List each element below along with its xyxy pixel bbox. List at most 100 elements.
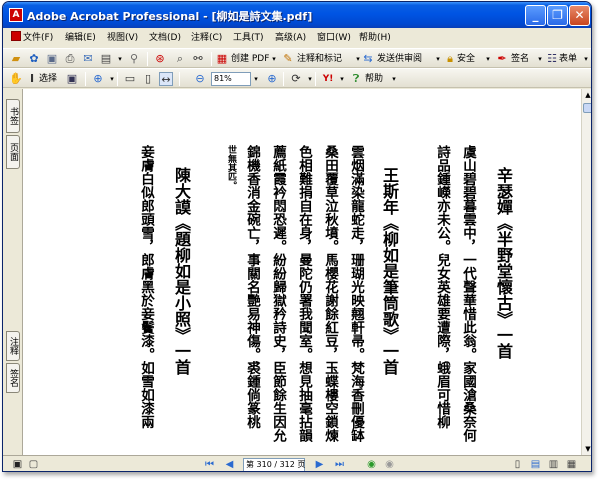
close-button[interactable]: ✕ xyxy=(569,5,590,26)
facing-pages-icon[interactable]: ▥ xyxy=(547,458,560,471)
toolbar-divider xyxy=(179,72,180,86)
help-button[interactable]: 帮助 xyxy=(365,73,383,85)
send-review-button[interactable]: 发送供审阅 xyxy=(377,53,422,65)
continuous-icon[interactable]: ▤ xyxy=(529,458,542,471)
forms-icon[interactable]: ☷ xyxy=(545,52,559,66)
menu-edit[interactable]: 编辑(E) xyxy=(65,31,96,45)
lock-icon[interactable]: 🔒︎ xyxy=(443,52,457,66)
help-icon[interactable]: ❓︎ xyxy=(349,72,363,86)
poem-line: 妾膚白似郎頭雪，郎膚黑於妾鬢漆。如雪如漆兩 xyxy=(138,145,154,429)
snapshot-icon[interactable]: ▣ xyxy=(65,72,79,86)
fit-width-icon[interactable]: ↔ xyxy=(159,72,173,86)
document-page[interactable]: 辛瑟嬋《半野堂懷古》一首 虞山碧碧暮雲中，一代聲華惜此翁。家國滄桑奈何 詩品鍾嶸… xyxy=(23,89,581,455)
menu-view[interactable]: 视图(V) xyxy=(107,31,138,45)
menu-advanced[interactable]: 高级(A) xyxy=(275,31,306,45)
rotate-view-icon[interactable]: ⟳ xyxy=(289,72,303,86)
continuous-facing-icon[interactable]: ▦ xyxy=(565,458,578,471)
first-page-icon[interactable]: ⏮ xyxy=(203,458,216,471)
zoom-out-icon[interactable]: ⊖ xyxy=(193,72,207,86)
scroll-thumb[interactable] xyxy=(583,103,591,113)
menu-file-label: 文件(F) xyxy=(23,33,54,43)
chevron-down-icon[interactable]: ▾ xyxy=(267,52,281,66)
menu-help[interactable]: 帮助(H) xyxy=(359,31,391,45)
vertical-scrollbar[interactable]: ▲ ▼ xyxy=(581,89,591,455)
text-select-icon[interactable]: I xyxy=(25,72,39,86)
menu-tools[interactable]: 工具(T) xyxy=(233,31,264,45)
acrobat-app-icon[interactable]: A xyxy=(9,8,23,22)
chevron-down-icon[interactable]: ▾ xyxy=(579,52,591,66)
menu-comments[interactable]: 注释(C) xyxy=(191,31,222,45)
navigation-panel: 书签 页面 注释 签名 xyxy=(3,89,23,455)
previous-page-icon[interactable]: ◀ xyxy=(223,458,236,471)
zoom-input[interactable]: 81% xyxy=(211,72,251,86)
document-info-icon[interactable]: ▢ xyxy=(27,458,40,471)
menu-file[interactable]: 文件(F) xyxy=(11,31,53,45)
tab-pages[interactable]: 页面 xyxy=(6,135,20,169)
toolbar-divider xyxy=(211,52,212,66)
stamp-icon[interactable]: ⊛ xyxy=(153,52,167,66)
status-bar: ▣ ▢ ⏮ ◀ 第 310 / 312 页 ▶ ⏭ ◉ ◉ ▯ ▤ ▥ ▦ xyxy=(3,455,591,471)
title-bar[interactable]: A Adobe Acrobat Professional - [柳如是詩文集.p… xyxy=(3,2,591,28)
poem-line: 詩品鍾嶸亦未公。兒女英雄要遭際，蛾眉可惜柳 xyxy=(434,145,450,429)
main-toolbar: ▰ ✿ ▣ ⎙ ✉ ▤ ▾ ⚲ ⊛ ⌕ ⚯ ▦ 创建 PDF ▾ ✎ 注释和标记… xyxy=(3,48,591,68)
hand-icon[interactable]: ✋ xyxy=(9,72,23,86)
poem-line: 薦紙霞衿悶恐遲。紛紛歸獄矜詩史，臣節餘生因允 xyxy=(270,145,286,442)
panel-toggle-icon[interactable]: ▣ xyxy=(11,458,24,471)
security-button[interactable]: 安全 xyxy=(457,53,475,65)
forms-button[interactable]: 表单 xyxy=(559,53,577,65)
email-icon[interactable]: ✉ xyxy=(81,52,95,66)
open-folder-icon[interactable]: ▰ xyxy=(9,52,23,66)
menu-document[interactable]: 文档(D) xyxy=(149,31,181,45)
zoom-in-small-icon[interactable]: ⊕ xyxy=(265,72,279,86)
poem-line: 雲烟滿染龍蛇走，珊瑚光映翹軒帚。梵海香刪優缽 xyxy=(348,145,364,442)
restore-button[interactable]: ❐ xyxy=(547,5,568,26)
poem-line: 桑田覆草泣秋墳。馬櫻花謝餘紅豆，玉蝶樓空鎖煉 xyxy=(322,145,338,442)
print-icon[interactable]: ⎙ xyxy=(63,52,77,66)
zoom-dropdown-icon[interactable]: ▾ xyxy=(251,72,261,86)
chevron-down-icon[interactable]: ▾ xyxy=(387,72,401,86)
poem-title: 辛瑟嬋《半野堂懷古》一首 xyxy=(494,167,513,359)
scroll-up-icon[interactable]: ▲ xyxy=(582,89,591,101)
page-number-input[interactable]: 第 310 / 312 页 xyxy=(243,458,305,471)
create-pdf-button[interactable]: 创建 PDF xyxy=(231,53,269,65)
select-tool-button[interactable]: 选择 xyxy=(39,73,57,85)
next-page-icon[interactable]: ▶ xyxy=(313,458,326,471)
chevron-down-icon[interactable]: ▾ xyxy=(113,52,127,66)
window-title: Adobe Acrobat Professional - [柳如是詩文集.pdf… xyxy=(27,10,313,23)
chevron-down-icon[interactable]: ▾ xyxy=(481,52,495,66)
tab-comments[interactable]: 注释 xyxy=(6,331,20,361)
sign-button[interactable]: 签名 xyxy=(511,53,529,65)
attach-icon[interactable]: ⚲ xyxy=(127,52,141,66)
pages-icon[interactable]: ▤ xyxy=(99,52,113,66)
previous-view-icon[interactable]: ◉ xyxy=(365,458,378,471)
actual-size-icon[interactable]: ▭ xyxy=(123,72,137,86)
yahoo-icon[interactable]: Y! xyxy=(321,72,335,86)
navigation-toolbar: ✋ I 选择 ▣ ⊕ ▾ ▭ ▯ ↔ ⊖ 81% ▾ ⊕ ⟳ ▾ Y! ▾ ❓︎… xyxy=(3,68,591,88)
comment-icon[interactable]: ✎ xyxy=(281,52,295,66)
save-icon[interactable]: ▣ xyxy=(45,52,59,66)
create-pdf-icon[interactable]: ▦ xyxy=(215,52,229,66)
pen-icon[interactable]: ✒ xyxy=(495,52,509,66)
comment-markup-button[interactable]: 注释和标记 xyxy=(297,53,342,65)
send-review-icon[interactable]: ⇆ xyxy=(361,52,375,66)
last-page-icon[interactable]: ⏭ xyxy=(333,458,346,471)
acrobat-window: A Adobe Acrobat Professional - [柳如是詩文集.p… xyxy=(2,1,592,472)
poem-line: 色相難捐自在身，曼陀仍署我聞室。想見抽毫拈韻 xyxy=(296,145,312,442)
search-binoculars-icon[interactable]: ⚯ xyxy=(191,52,205,66)
poem-title: 王斯年《柳如是筆筒歌》一首 xyxy=(380,167,399,375)
poem-note: 世無其匹。 xyxy=(226,145,236,190)
tab-signatures[interactable]: 签名 xyxy=(6,363,20,393)
organizer-icon[interactable]: ✿ xyxy=(27,52,41,66)
single-page-icon[interactable]: ▯ xyxy=(511,458,524,471)
fit-page-icon[interactable]: ▯ xyxy=(141,72,155,86)
menu-window[interactable]: 窗口(W) xyxy=(317,31,351,45)
poem-line: 虞山碧碧暮雲中，一代聲華惜此翁。家國滄桑奈何 xyxy=(460,145,476,442)
chevron-down-icon[interactable]: ▾ xyxy=(335,72,349,86)
toolbar-divider xyxy=(147,52,148,66)
find-icon[interactable]: ⌕ xyxy=(173,52,187,66)
scroll-down-icon[interactable]: ▼ xyxy=(582,443,591,455)
next-view-icon[interactable]: ◉ xyxy=(383,458,396,471)
zoom-in-icon[interactable]: ⊕ xyxy=(91,72,105,86)
minimize-button[interactable]: _ xyxy=(525,5,546,26)
tab-bookmarks[interactable]: 书签 xyxy=(6,99,20,133)
